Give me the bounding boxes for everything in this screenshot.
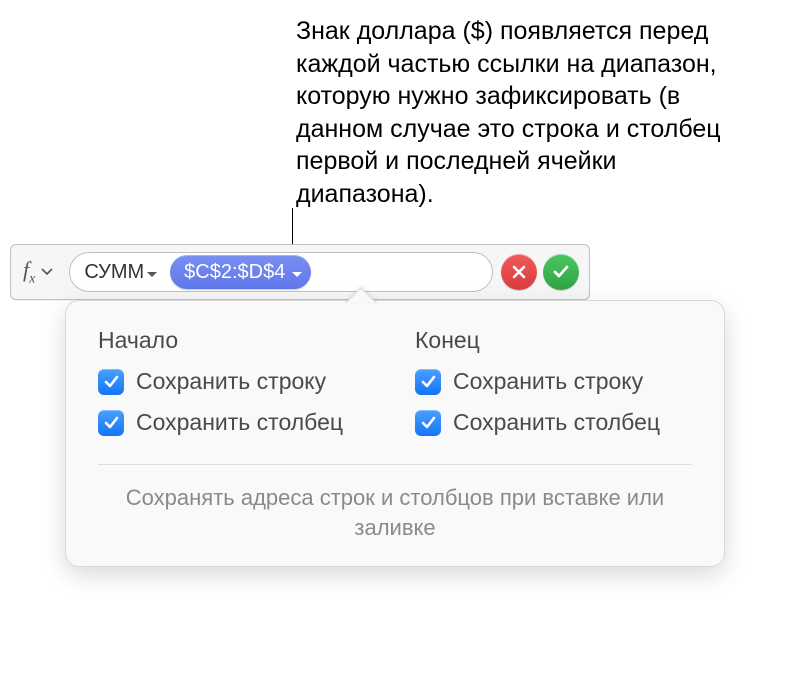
start-heading: Начало <box>98 327 375 354</box>
formula-bar: fx СУММ $C$2:$D$4 <box>10 244 590 300</box>
chevron-down-icon <box>291 261 303 284</box>
preserve-start-col-checkbox[interactable]: Сохранить столбец <box>98 409 375 436</box>
preserve-end-row-checkbox[interactable]: Сохранить строку <box>415 368 692 395</box>
checkbox-label: Сохранить строку <box>136 368 326 395</box>
start-column: Начало Сохранить строку Сохранить столбе… <box>98 327 375 450</box>
popover-arrow <box>345 287 377 303</box>
preserve-end-col-checkbox[interactable]: Сохранить столбец <box>415 409 692 436</box>
function-token[interactable]: СУММ <box>76 259 162 286</box>
range-reference-token[interactable]: $C$2:$D$4 <box>170 255 311 289</box>
checkbox-label: Сохранить строку <box>453 368 643 395</box>
popover-footer-note: Сохранять адреса строк и столбцов при вс… <box>98 483 692 542</box>
end-column: Конец Сохранить строку Сохранить столбец <box>415 327 692 450</box>
checkbox-checked-icon <box>415 369 441 395</box>
annotation-text: Знак доллара ($) появляется перед каждой… <box>296 15 726 210</box>
range-reference-text: $C$2:$D$4 <box>184 261 285 284</box>
reference-options-popover: Начало Сохранить строку Сохранить столбе… <box>65 300 725 567</box>
formula-input[interactable]: СУММ $C$2:$D$4 <box>69 252 493 292</box>
divider <box>98 464 692 465</box>
fx-button[interactable]: fx <box>11 245 61 299</box>
checkbox-label: Сохранить столбец <box>453 409 660 436</box>
check-icon <box>552 263 570 281</box>
fx-icon: fx <box>23 257 35 287</box>
function-name: СУММ <box>84 261 144 284</box>
chevron-down-icon <box>146 261 158 284</box>
close-icon <box>511 264 527 280</box>
accept-button[interactable] <box>543 254 579 290</box>
checkbox-label: Сохранить столбец <box>136 409 343 436</box>
cancel-button[interactable] <box>501 254 537 290</box>
checkbox-checked-icon <box>415 410 441 436</box>
checkbox-checked-icon <box>98 369 124 395</box>
checkbox-checked-icon <box>98 410 124 436</box>
end-heading: Конец <box>415 327 692 354</box>
chevron-down-icon <box>41 268 53 276</box>
preserve-start-row-checkbox[interactable]: Сохранить строку <box>98 368 375 395</box>
